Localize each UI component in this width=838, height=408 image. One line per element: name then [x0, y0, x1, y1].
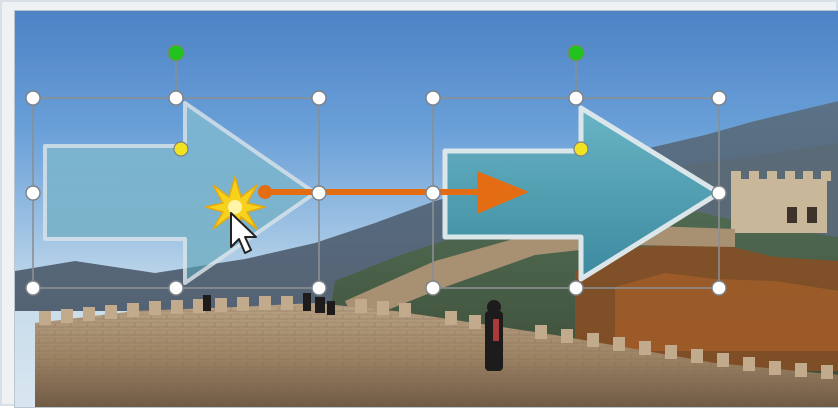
rotate-handle-end[interactable] — [567, 44, 585, 62]
slide-canvas — [14, 10, 838, 408]
rotate-handle-start[interactable] — [167, 44, 185, 62]
motion-path[interactable] — [258, 171, 529, 214]
adjust-handle-start[interactable] — [173, 141, 189, 157]
editor-frame — [0, 0, 838, 408]
slide-svg — [15, 44, 838, 407]
adjust-handle-end[interactable] — [573, 141, 589, 157]
